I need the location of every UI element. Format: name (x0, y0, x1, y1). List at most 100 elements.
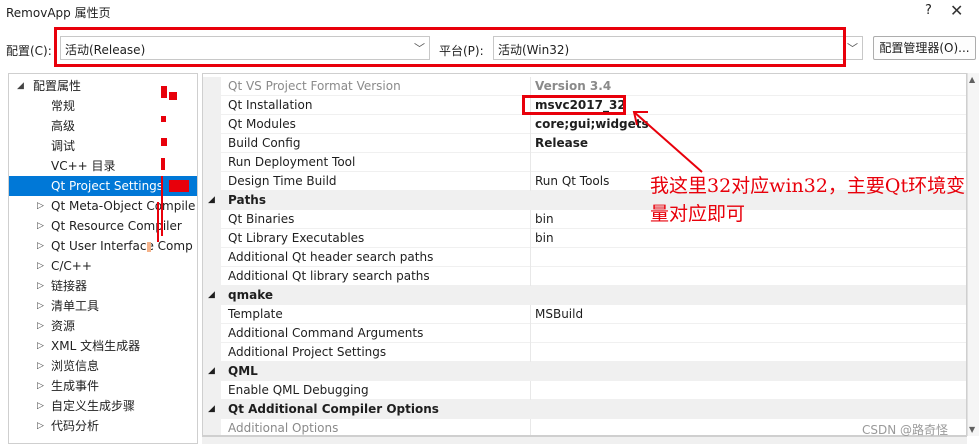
property-row[interactable]: Qt Modules core;gui;widgets (203, 115, 966, 134)
column-divider (530, 343, 531, 362)
tree-item[interactable]: VC++ 目录 (9, 156, 197, 176)
vertical-scrollbar[interactable]: ▲ ▼ (967, 73, 979, 436)
property-value[interactable]: bin (535, 229, 554, 248)
tree-item-label: 链接器 (51, 279, 88, 293)
property-name: Qt Library Executables (228, 231, 365, 245)
expand-icon[interactable]: ▷ (37, 296, 44, 316)
column-divider (530, 419, 531, 435)
collapse-icon[interactable]: ◢ (208, 362, 215, 381)
property-name: Qt Modules (228, 117, 296, 131)
annotation-mark (169, 180, 189, 192)
expand-icon[interactable]: ▷ (37, 216, 44, 236)
expand-icon[interactable]: ▷ (37, 236, 44, 256)
tree-item-label: 自定义生成步骤 (51, 399, 136, 413)
category-row[interactable]: ◢ Qt Additional Compiler Options (203, 400, 966, 419)
property-row[interactable]: Additional Command Arguments (203, 324, 966, 343)
property-row[interactable]: Additional Options (203, 419, 966, 435)
row-gutter (203, 153, 221, 172)
tree-item[interactable]: ▷ C/C++ (9, 256, 197, 276)
column-divider (530, 172, 531, 191)
property-row[interactable]: Additional Qt library search paths (203, 267, 966, 286)
row-gutter (203, 134, 221, 153)
property-row[interactable]: Enable QML Debugging (203, 381, 966, 400)
property-row[interactable]: Qt VS Project Format Version Version 3.4 (203, 77, 966, 96)
config-manager-button[interactable]: 配置管理器(O)... (873, 36, 976, 60)
property-name: Qt VS Project Format Version (228, 79, 401, 93)
property-name: Design Time Build (228, 174, 337, 188)
property-row[interactable]: Template MSBuild (203, 305, 966, 324)
property-row[interactable]: Qt Library Executables bin (203, 229, 966, 248)
expand-icon[interactable]: ▷ (37, 336, 44, 356)
scroll-up-icon[interactable]: ▲ (969, 75, 975, 84)
tree-item[interactable]: ▷ XML 文档生成器 (9, 336, 197, 356)
tree-item-label: 资源 (51, 319, 76, 333)
row-gutter (203, 210, 221, 229)
property-name: Enable QML Debugging (228, 383, 369, 397)
column-divider (530, 210, 531, 229)
tree-item-label: 清单工具 (51, 299, 100, 313)
expand-icon[interactable]: ▷ (37, 276, 44, 296)
annotation-text: 我这里32对应win32，主要Qt环境变量对应即可 (650, 175, 966, 225)
property-row[interactable]: Additional Qt header search paths (203, 248, 966, 267)
tree-item-label: 调试 (51, 139, 76, 153)
annotation-mark (161, 158, 165, 170)
annotation-mark (161, 176, 163, 236)
tree-item-label: 浏览信息 (51, 359, 100, 373)
tree-item[interactable]: ▷ 清单工具 (9, 296, 197, 316)
row-gutter (203, 96, 221, 115)
tree-item[interactable]: ▷ 资源 (9, 316, 197, 336)
category-row[interactable]: ◢ QML (203, 362, 966, 381)
scroll-down-icon[interactable]: ▼ (969, 425, 975, 434)
property-value[interactable]: Run Qt Tools (535, 172, 609, 191)
expand-icon[interactable]: ▷ (37, 196, 44, 216)
close-button[interactable]: ✕ (950, 1, 963, 20)
tree-item[interactable]: ▷ Qt Resource Compiler (9, 216, 197, 236)
expand-icon[interactable]: ▷ (37, 396, 44, 416)
tree-item[interactable]: ▷ 链接器 (9, 276, 197, 296)
expand-icon[interactable]: ▷ (37, 256, 44, 276)
watermark: CSDN @路奇怪 (862, 423, 949, 437)
tree-item[interactable]: ▷ 浏览信息 (9, 356, 197, 376)
category-label: Qt Additional Compiler Options (228, 402, 439, 416)
expand-icon[interactable]: ▷ (37, 416, 44, 436)
tree-item[interactable]: ▷ 生成事件 (9, 376, 197, 396)
annotation-arrow (632, 111, 703, 173)
category-row[interactable]: ◢ qmake (203, 286, 966, 305)
title-bar: RemovApp 属性页 ? ✕ (0, 0, 979, 24)
property-row[interactable]: Run Deployment Tool (203, 153, 966, 172)
property-value[interactable]: MSBuild (535, 305, 583, 324)
collapse-icon[interactable]: ◢ (208, 191, 215, 210)
tree-item[interactable]: ▷ 自定义生成步骤 (9, 396, 197, 416)
column-divider (530, 248, 531, 267)
tree-item-label: Qt Project Settings (51, 179, 164, 193)
row-gutter (203, 248, 221, 267)
help-button[interactable]: ? (925, 3, 932, 18)
tree-item[interactable]: ▷ Qt User Interface Comp (9, 236, 197, 256)
collapse-icon[interactable]: ◢ (208, 286, 215, 305)
expand-icon[interactable]: ▷ (37, 316, 44, 336)
tree-item[interactable]: ▷ Qt Meta-Object Compile (9, 196, 197, 216)
annotation-mark (169, 92, 177, 100)
column-divider (530, 153, 531, 172)
column-divider (530, 77, 531, 96)
collapse-icon[interactable]: ◢ (208, 400, 215, 419)
property-name: Template (228, 307, 283, 321)
tree-item[interactable]: ▷ 代码分析 (9, 416, 197, 436)
property-row[interactable]: Additional Project Settings (203, 343, 966, 362)
annotation-mark (157, 202, 159, 242)
property-value[interactable]: bin (535, 210, 554, 229)
property-value[interactable]: Version 3.4 (535, 77, 611, 96)
property-name: Additional Qt library search paths (228, 269, 430, 283)
column-divider (530, 134, 531, 153)
tree-item[interactable]: 高级 (9, 116, 197, 136)
property-row[interactable]: Build Config Release (203, 134, 966, 153)
property-value[interactable]: Release (535, 134, 588, 153)
row-gutter (203, 229, 221, 248)
column-divider (530, 381, 531, 400)
expand-collapse-icon[interactable]: ◢ (17, 76, 24, 96)
expand-icon[interactable]: ▷ (37, 376, 44, 396)
expand-icon[interactable]: ▷ (37, 356, 44, 376)
tree-item[interactable]: 调试 (9, 136, 197, 156)
description-panel (202, 436, 967, 444)
property-name: Additional Project Settings (228, 345, 387, 359)
